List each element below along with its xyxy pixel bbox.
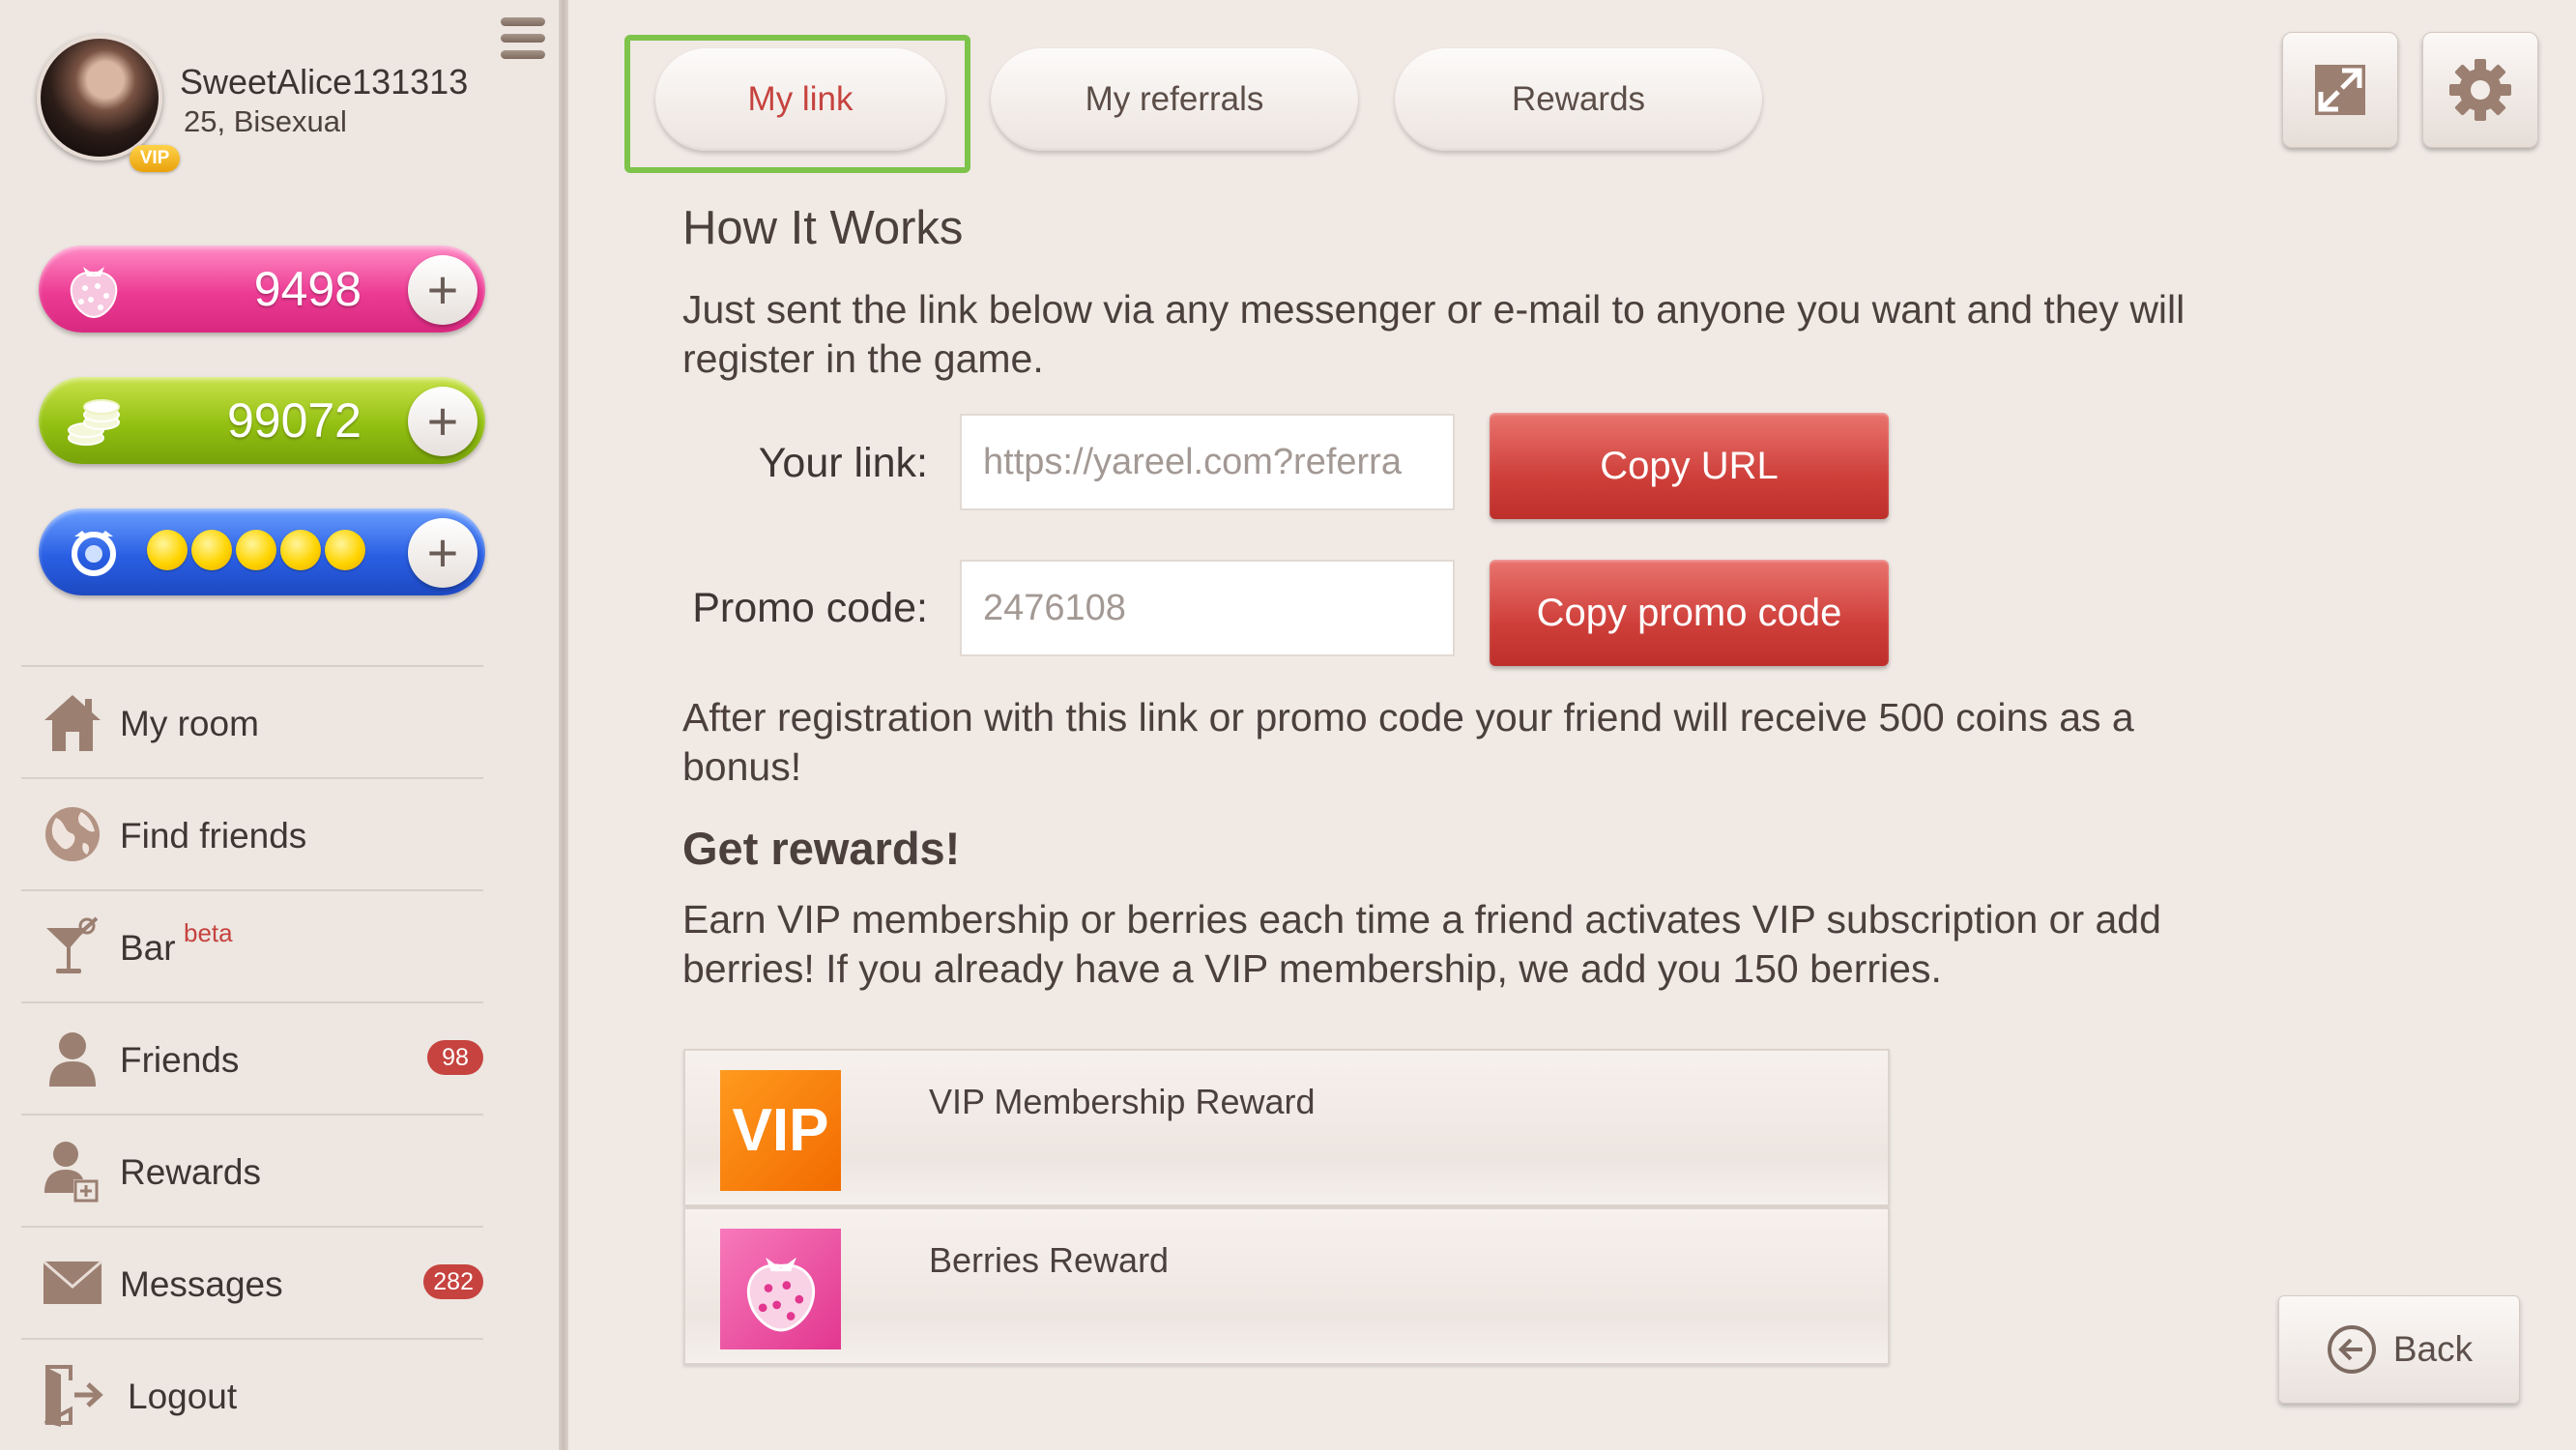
bonus-info-text: After registration with this link or pro…	[682, 695, 2134, 789]
get-rewards-heading: Get rewards!	[682, 823, 961, 874]
how-it-works-text: Just sent the link below via any messeng…	[682, 287, 2185, 381]
coins-balance: 99072 +	[39, 377, 485, 464]
sidebar-item-label: Friends	[120, 1040, 240, 1080]
promo-code-field[interactable]: 2476108	[960, 560, 1455, 656]
how-it-works-heading: How It Works	[682, 202, 964, 254]
sidebar-item-label: Rewards	[120, 1152, 261, 1192]
fullscreen-icon	[2315, 65, 2365, 115]
add-energy-button[interactable]: +	[408, 518, 478, 588]
back-label: Back	[2392, 1329, 2474, 1369]
sidebar-nav: My room Find friends Bar beta Friends 98	[0, 665, 483, 1450]
sidebar-item-label: Logout	[128, 1377, 238, 1416]
rewards-info-text: Earn VIP membership or berries each time…	[682, 897, 2161, 991]
energy-dot	[280, 530, 321, 570]
berries-reward-row: Berries Reward	[683, 1207, 1890, 1365]
sidebar-item-find-friends[interactable]: Find friends	[21, 779, 483, 889]
vip-membership-reward-row: VIP VIP Membership Reward	[683, 1049, 1890, 1206]
friends-count-badge: 98	[427, 1040, 483, 1075]
logout-door-icon	[41, 1363, 104, 1427]
energy-dot	[191, 530, 232, 570]
energy-dot	[147, 530, 188, 570]
cocktail-icon	[41, 914, 104, 978]
sidebar-item-rewards[interactable]: Rewards	[21, 1116, 483, 1226]
copy-promo-code-button[interactable]: Copy promo code	[1490, 560, 1889, 666]
energy-dot	[236, 530, 276, 570]
referral-link-field[interactable]: https://yareel.com?referra	[960, 414, 1455, 510]
add-coins-button[interactable]: +	[408, 387, 478, 456]
sidebar-item-logout[interactable]: Logout	[21, 1340, 483, 1450]
strawberry-icon	[64, 259, 124, 319]
sidebar: VIP SweetAlice131313 25, Bisexual 9498 +	[0, 0, 565, 1450]
profile-card: VIP SweetAlice131313 25, Bisexual	[37, 35, 539, 180]
berries-balance: 9498 +	[39, 246, 485, 333]
settings-button[interactable]	[2422, 32, 2538, 148]
energy-level-dots	[147, 530, 365, 570]
coins-count: 99072	[226, 393, 362, 448]
copy-url-button[interactable]: Copy URL	[1490, 413, 1889, 519]
coin-stack-icon	[64, 391, 124, 450]
promo-code-label: Promo code:	[692, 585, 928, 631]
beta-tag: beta	[184, 918, 233, 947]
sidebar-border	[559, 0, 568, 1450]
strawberry-icon	[720, 1229, 841, 1349]
reward-label: Berries Reward	[929, 1240, 1170, 1280]
sidebar-item-my-room[interactable]: My room	[21, 667, 483, 777]
envelope-icon	[41, 1251, 104, 1315]
your-link-label: Your link:	[758, 440, 928, 486]
tab-rewards[interactable]: Rewards	[1395, 48, 1762, 151]
sidebar-item-label: Find friends	[120, 816, 307, 856]
energy-icon	[64, 522, 124, 582]
tab-my-referrals[interactable]: My referrals	[991, 48, 1358, 151]
sidebar-item-bar[interactable]: Bar beta	[21, 891, 483, 1001]
sidebar-item-label: My room	[120, 704, 259, 743]
tab-my-link[interactable]: My link	[655, 48, 945, 151]
energy-dot	[325, 530, 365, 570]
hamburger-menu-icon[interactable]	[501, 17, 547, 70]
avatar[interactable]	[37, 35, 162, 160]
sidebar-item-messages[interactable]: Messages 282	[21, 1228, 483, 1338]
back-arrow-icon	[2327, 1325, 2376, 1374]
energy-balance: +	[39, 508, 485, 595]
vip-badge: VIP	[130, 145, 180, 172]
sidebar-item-friends[interactable]: Friends 98	[21, 1003, 483, 1114]
sidebar-item-label: Bar	[120, 928, 176, 968]
username: SweetAlice131313	[180, 62, 469, 102]
person-reward-icon	[41, 1139, 104, 1203]
gear-icon	[2449, 59, 2511, 121]
user-age-orientation: 25, Bisexual	[184, 104, 347, 138]
home-icon	[41, 690, 104, 754]
sidebar-item-label: Messages	[120, 1264, 283, 1304]
reward-label: VIP Membership Reward	[929, 1082, 1316, 1121]
berries-count: 9498	[253, 262, 362, 316]
messages-count-badge: 282	[423, 1264, 483, 1299]
vip-icon: VIP	[720, 1070, 841, 1191]
person-icon	[41, 1027, 104, 1090]
fullscreen-button[interactable]	[2282, 32, 2398, 148]
add-berries-button[interactable]: +	[408, 255, 478, 325]
back-button[interactable]: Back	[2278, 1295, 2520, 1404]
globe-icon	[41, 802, 104, 866]
